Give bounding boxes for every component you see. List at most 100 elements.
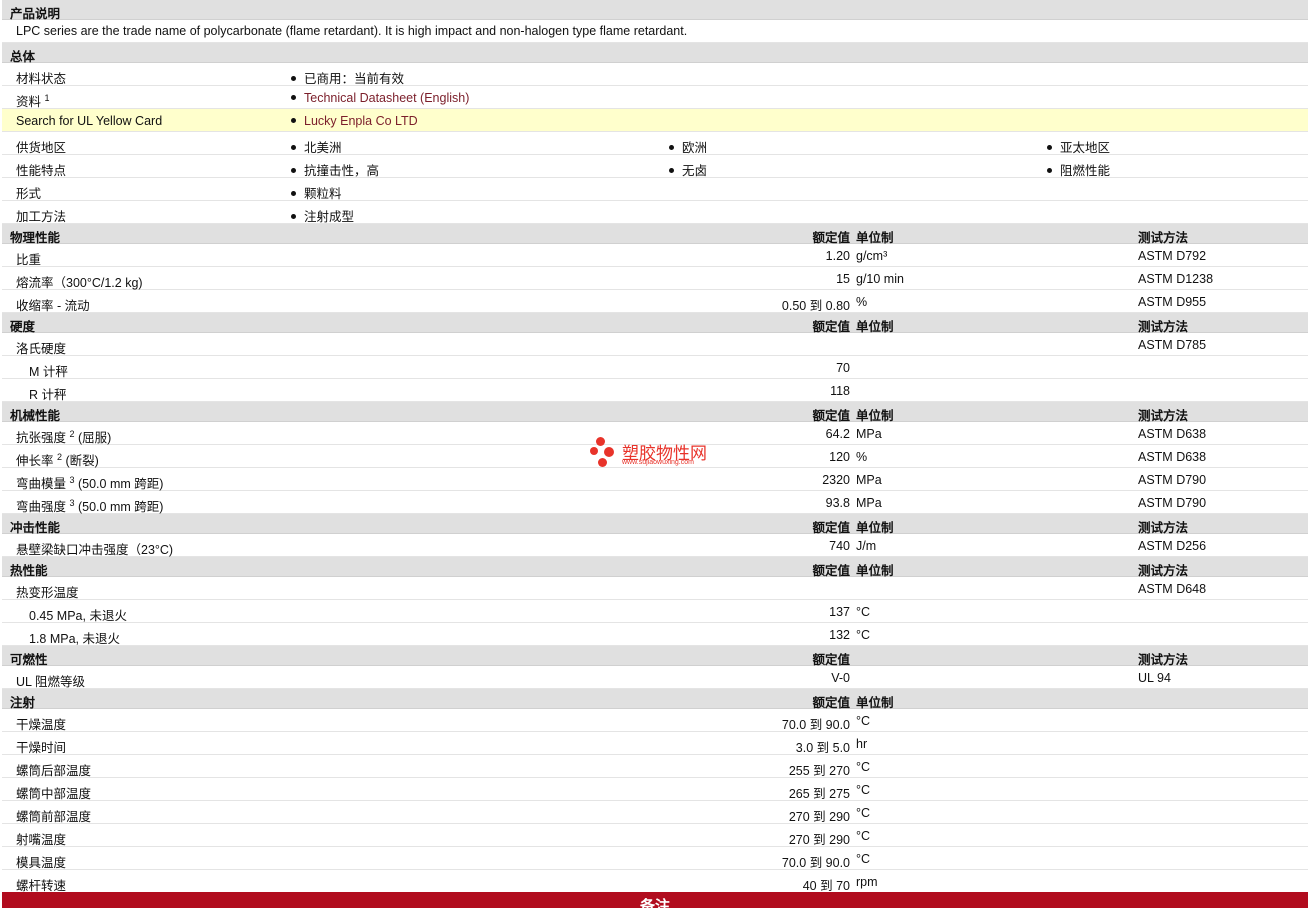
bullet-item: 已商用：当前有效 [291,68,404,87]
property-label: 螺筒前部温度 [16,806,91,825]
property-row: 0.45 MPa, 未退火 137 °C [2,600,1308,623]
property-row: 射嘴温度 270 到 290 °C [2,824,1308,847]
property-value: 132 [829,628,850,642]
row-label: 供货地区 [16,137,66,156]
test-method: ASTM D955 [1138,295,1207,309]
property-value: 270 到 290 [788,833,850,847]
property-name: M 计秤 [29,365,68,379]
property-name: 热变形温度 [16,586,79,600]
property-name: 螺杆转速 [16,879,67,893]
bullet-item: 抗撞击性，高 [291,160,379,179]
property-row: 螺筒前部温度 270 到 290 °C [2,801,1308,824]
item-link[interactable]: Technical Datasheet (English) [304,91,469,105]
property-label: M 计秤 [29,361,68,380]
property-row: 1.8 MPa, 未退火 132 °C [2,623,1308,646]
property-label: 收缩率 - 流动 [16,295,90,314]
property-label: 干燥时间 [16,737,66,756]
property-unit: hr [856,737,868,751]
property-value: 3.0 到 5.0 [795,741,850,755]
test-method: ASTM D1238 [1138,272,1214,286]
property-name: 悬壁梁缺口冲击强度（23°C) [16,543,174,557]
general-row: 供货地区 北美洲 欧洲 亚太地区 [2,132,1308,155]
property-name: 弯曲强度 [16,500,67,514]
bullet-item[interactable]: Technical Datasheet (English) [291,91,469,105]
property-value: 70 [836,361,850,375]
property-label: 弯曲强度 3 (50.0 mm 跨距) [16,496,163,515]
footnote-mark: 1 [44,93,50,103]
test-method: UL 94 [1138,671,1171,685]
item-text: 亚太地区 [1060,141,1111,155]
test-method: ASTM D638 [1138,450,1207,464]
property-value: 0.50 到 0.80 [781,299,850,313]
bullet-icon [291,214,296,219]
property-value: 70.0 到 90.0 [781,856,850,870]
property-value: 118 [830,384,850,398]
general-row: 性能特点 抗撞击性，高 无卤 阻燃性能 [2,155,1308,178]
property-row: 干燥温度 70.0 到 90.0 °C [2,709,1308,732]
property-value: 2320 [822,473,850,487]
notes-label: 备注 [639,898,671,915]
row-label-text: 性能特点 [16,164,67,178]
section-header: 热性能 额定值 单位制 测试方法 [2,557,1308,578]
property-value: 120 [829,450,850,464]
property-unit: g/cm³ [856,249,888,263]
row-label: 加工方法 [16,206,66,225]
property-name: 干燥时间 [16,741,67,755]
item-text: 注射成型 [304,210,355,224]
property-unit: °C [856,806,871,820]
property-name: 弯曲模量 [16,477,67,491]
bullet-icon [669,145,674,150]
property-label: 干燥温度 [16,714,66,733]
bullet-item: 阻燃性能 [1047,160,1110,179]
property-name: 熔流率（300°C/1.2 kg) [16,276,143,290]
property-row: 弯曲模量 3 (50.0 mm 跨距) 2320 MPa ASTM D790 [2,468,1308,491]
property-label: 1.8 MPa, 未退火 [29,628,120,647]
item-text: 欧洲 [682,141,708,155]
row-label: 形式 [16,183,41,202]
property-value: 70.0 到 90.0 [781,718,850,732]
property-row: UL 阻燃等级 V-0 UL 94 [2,666,1308,689]
property-name: 螺筒后部温度 [16,764,92,778]
row-label: 资料 1 [16,91,50,110]
property-name: 伸长率 [16,454,54,468]
bullet-icon [291,95,296,100]
row-label-text: 供货地区 [16,141,67,155]
section-header: 机械性能 额定值 单位制 测试方法 [2,402,1308,423]
general-row: 材料状态 已商用：当前有效 [2,63,1308,86]
general-row: Search for UL Yellow Card Lucky Enpla Co … [2,109,1308,132]
property-row: 干燥时间 3.0 到 5.0 hr [2,732,1308,755]
property-unit: °C [856,852,871,866]
property-name: 模具温度 [16,856,67,870]
bullet-item[interactable]: Lucky Enpla Co LTD [291,114,418,128]
test-method: ASTM D256 [1138,539,1207,553]
property-condition: (50.0 mm 跨距) [74,500,164,514]
section-header: 冲击性能 额定值 单位制 测试方法 [2,514,1308,535]
property-label: 熔流率（300°C/1.2 kg) [16,272,143,291]
notes-bar[interactable]: 备注 [2,892,1308,915]
property-name: 0.45 MPa, 未退火 [29,609,127,623]
property-value: 265 到 275 [788,787,850,801]
property-unit: MPa [856,496,882,510]
item-link[interactable]: Lucky Enpla Co LTD [304,114,418,128]
description-row: LPC series are the trade name of polycar… [2,20,1308,43]
section-header: 硬度 额定值 单位制 测试方法 [2,313,1308,334]
test-method: ASTM D785 [1138,338,1207,352]
property-label: 螺筒中部温度 [16,783,91,802]
property-label: 抗张强度 2 (屈服) [16,427,111,446]
item-text: 阻燃性能 [1060,164,1111,178]
property-value: 1.20 [825,249,850,263]
property-unit: °C [856,760,871,774]
bullet-item: 亚太地区 [1047,137,1110,156]
property-label: 模具温度 [16,852,66,871]
property-label: 弯曲模量 3 (50.0 mm 跨距) [16,473,163,492]
property-name: 洛氏硬度 [16,342,67,356]
row-label: 性能特点 [16,160,66,179]
property-row: 热变形温度 ASTM D648 [2,577,1308,600]
property-unit: MPa [856,473,882,487]
property-row: 螺筒中部温度 265 到 275 °C [2,778,1308,801]
item-text: 无卤 [682,164,708,178]
property-value: 93.8 [825,496,850,510]
property-label: R 计秤 [29,384,67,403]
property-value: 740 [829,539,850,553]
description-text: LPC series are the trade name of polycar… [16,24,688,38]
